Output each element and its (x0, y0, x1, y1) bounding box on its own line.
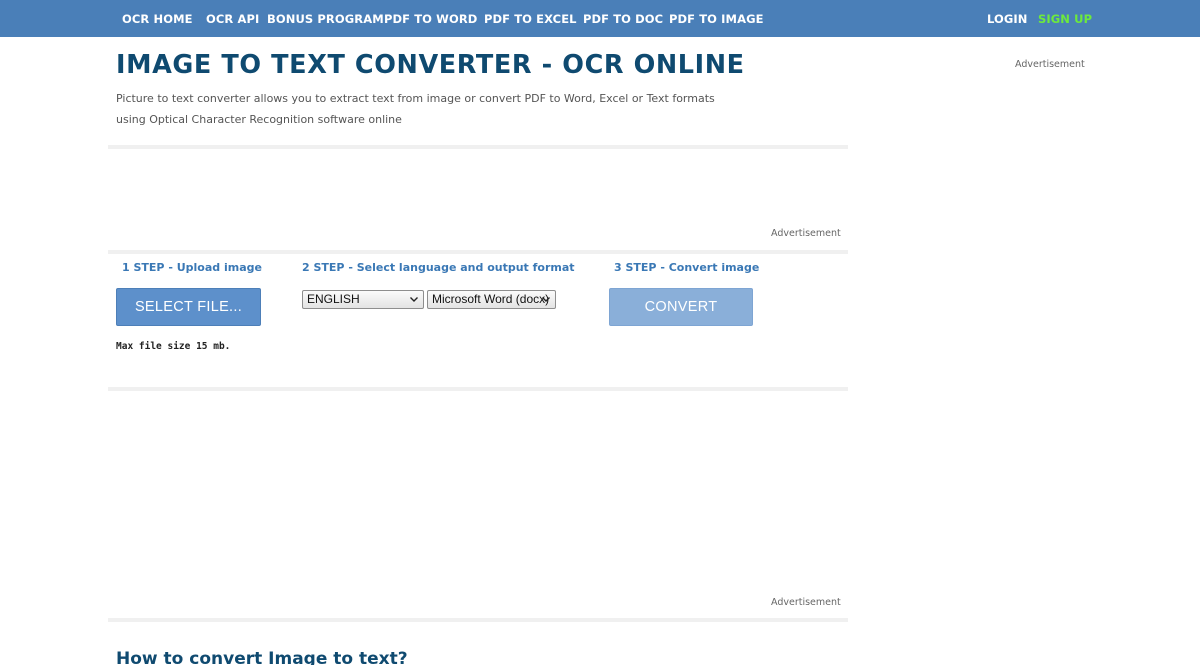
login-link[interactable]: LOGIN (987, 12, 1028, 26)
middle-ad-label: Advertisement (771, 597, 841, 608)
nav-link-pdf-to-image[interactable]: PDF TO IMAGE (669, 12, 764, 26)
divider-middle-ad (108, 387, 848, 391)
page-title: IMAGE TO TEXT CONVERTER - OCR ONLINE (116, 50, 745, 80)
nav-link-bonus-program[interactable]: BONUS PROGRAM (267, 12, 384, 26)
intro-line-2: using Optical Character Recognition soft… (116, 113, 402, 126)
sidebar-ad-label: Advertisement (1015, 59, 1085, 70)
divider-howto (108, 618, 848, 622)
select-file-button[interactable]: SELECT FILE... (116, 288, 261, 326)
convert-button[interactable]: CONVERT (609, 288, 753, 326)
chevron-down-icon (408, 292, 420, 307)
intro-text: Picture to text converter allows you to … (116, 88, 716, 130)
nav-link-pdf-to-word[interactable]: PDF TO WORD (384, 12, 477, 26)
nav-link-ocr-api[interactable]: OCR API (206, 12, 259, 26)
nav-link-pdf-to-doc[interactable]: PDF TO DOC (583, 12, 663, 26)
output-format-select[interactable]: Microsoft Word (docx) (427, 290, 556, 309)
divider-top-ad (108, 145, 848, 149)
nav-link-ocr-home[interactable]: OCR HOME (122, 12, 193, 26)
divider-steps-top (108, 250, 848, 254)
top-ad-label: Advertisement (771, 228, 841, 239)
intro-line-1: Picture to text converter allows you to … (116, 92, 715, 105)
language-select[interactable]: ENGLISH (302, 290, 424, 309)
chevron-down-icon (540, 292, 552, 307)
step-3-heading: 3 STEP - Convert image (614, 261, 760, 274)
max-file-size-note: Max file size 15 mb. (116, 341, 231, 352)
step-1-heading: 1 STEP - Upload image (122, 261, 262, 274)
step-2-heading: 2 STEP - Select language and output form… (302, 261, 575, 274)
signup-link[interactable]: SIGN UP (1038, 12, 1092, 26)
how-to-heading: How to convert Image to text? (116, 649, 408, 665)
top-navigation-bar: OCR HOME OCR API BONUS PROGRAM PDF TO WO… (0, 0, 1200, 37)
output-format-select-value: Microsoft Word (docx) (432, 292, 550, 306)
language-select-value: ENGLISH (307, 292, 360, 306)
nav-link-pdf-to-excel[interactable]: PDF TO EXCEL (484, 12, 577, 26)
